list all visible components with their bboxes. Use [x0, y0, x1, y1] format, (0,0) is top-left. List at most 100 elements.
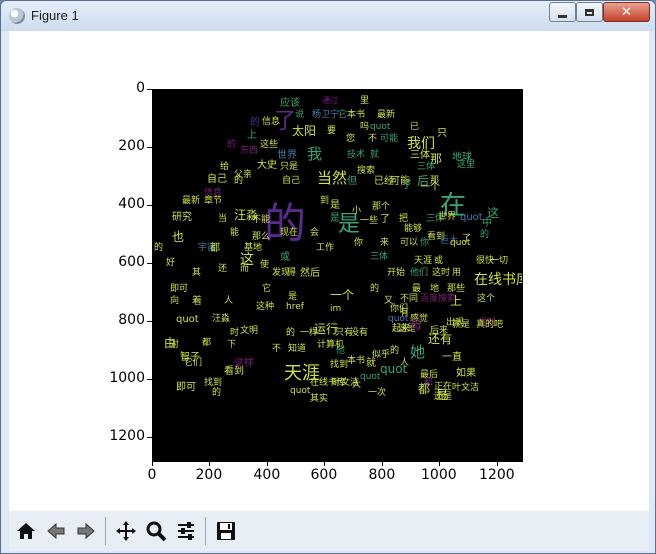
word-cloud-word: 了	[402, 180, 412, 191]
plot-area[interactable]: 应该 通过里了说杨卫宁它本书 最新的信息 太阳要吗 quot 已只我们您不可能上的这些 东西…	[152, 89, 522, 461]
maximize-button[interactable]	[576, 2, 603, 22]
word-cloud-word: quot	[450, 238, 471, 248]
save-button[interactable]	[211, 516, 241, 546]
word-cloud-word: 它	[338, 110, 348, 120]
word-cloud-word: 叶文洁	[452, 383, 480, 393]
word-cloud-word: 可能	[380, 134, 399, 144]
back-icon	[47, 522, 65, 540]
word-cloud-word: 把	[399, 214, 409, 224]
word-cloud-word: 文明	[240, 326, 259, 336]
word-cloud-word: 就	[370, 150, 380, 160]
x-tick-label: 400	[253, 467, 281, 483]
pan-button[interactable]	[111, 516, 141, 546]
window-title: Figure 1	[31, 8, 79, 23]
word-cloud-word: 的	[370, 284, 380, 294]
word-cloud-word: 或	[434, 256, 444, 266]
word-cloud-word: 会	[310, 228, 320, 238]
word-cloud-word: 上	[450, 294, 463, 308]
word-cloud-word: 不能	[252, 215, 271, 225]
word-cloud-word: 一些	[360, 216, 379, 226]
word-cloud-word: 是	[330, 213, 340, 224]
x-axis-line	[152, 461, 523, 462]
x-tick-label: 1000	[421, 467, 457, 483]
y-tick-label: 200	[118, 138, 145, 154]
word-cloud-word: 智子	[180, 352, 200, 363]
word-cloud-word: 在线书库	[474, 272, 522, 288]
y-tick-mark	[147, 437, 152, 438]
x-tick-mark	[152, 461, 153, 466]
word-cloud-word: 这样	[234, 358, 254, 369]
word-cloud-word: 里	[360, 96, 370, 106]
word-cloud-word: 只	[437, 128, 447, 139]
y-tick-mark	[147, 379, 152, 380]
x-tick-mark	[497, 461, 498, 466]
word-cloud-word: 杨卫宁	[312, 110, 340, 120]
word-cloud-word: 工作	[316, 243, 335, 253]
word-cloud-word: 世界	[438, 212, 457, 222]
word-cloud-word: 的	[212, 388, 222, 398]
home-button[interactable]	[11, 516, 41, 546]
word-cloud-word: 使	[260, 260, 270, 270]
word-cloud-word: quot	[290, 386, 311, 396]
word-cloud-word: 你	[354, 238, 364, 248]
title-bar[interactable]: Figure 1 ✕	[1, 1, 655, 31]
word-cloud-word: 都	[202, 338, 212, 348]
word-cloud-word: 它	[262, 284, 272, 294]
word-cloud-word: 本书	[347, 356, 366, 366]
word-cloud-word: 章节	[204, 196, 223, 206]
word-cloud-word: 下	[227, 340, 237, 350]
word-cloud-word: 他	[336, 346, 346, 356]
word-cloud-word: 来	[380, 238, 390, 248]
word-cloud-word: 而	[240, 264, 250, 274]
matplotlib-app-icon	[9, 8, 25, 24]
word-cloud-word: 起来	[392, 324, 411, 334]
y-tick-mark	[147, 89, 152, 90]
x-tick-label: 1200	[479, 467, 515, 483]
word-cloud-word: 这种	[256, 302, 275, 312]
word-cloud-word: 要	[327, 126, 337, 136]
word-cloud-word: im	[330, 304, 342, 314]
word-cloud-word: quot	[370, 122, 391, 132]
close-button[interactable]: ✕	[603, 2, 650, 22]
forward-button[interactable]	[71, 516, 101, 546]
word-cloud-word: 好	[166, 258, 176, 268]
word-cloud-word: 不	[368, 134, 378, 144]
right-spine	[522, 89, 523, 461]
word-cloud-word: 似乎	[372, 350, 391, 360]
word-cloud-word: 这时	[432, 268, 451, 278]
word-cloud-word: 你	[420, 238, 430, 248]
word-cloud-word: quot	[388, 314, 409, 324]
word-cloud-word: 世界	[277, 150, 297, 161]
configure-subplots-button[interactable]	[171, 516, 201, 546]
word-cloud-word: 一直	[442, 352, 462, 363]
y-axis-line	[152, 89, 153, 461]
word-cloud-word: 可以	[400, 238, 419, 248]
word-cloud-word: 不	[272, 344, 282, 354]
top-spine	[152, 89, 523, 90]
back-button[interactable]	[41, 516, 71, 546]
word-cloud-word: 找到	[330, 360, 349, 370]
word-cloud-word: 找到	[204, 378, 223, 388]
word-cloud-word: 这些	[260, 140, 279, 150]
word-cloud-word: 研究	[172, 212, 192, 223]
word-cloud-word: 但	[347, 176, 357, 187]
figure-canvas[interactable]: 应该 通过里了说杨卫宁它本书 最新的信息 太阳要吗 quot 已只我们您不可能上的这些 东西…	[9, 31, 649, 511]
minimize-button[interactable]	[549, 2, 576, 22]
word-cloud-word: 时	[230, 328, 240, 338]
word-cloud-word: 用	[452, 268, 462, 278]
zoom-button[interactable]	[141, 516, 171, 546]
word-cloud-word: 太阳	[292, 124, 317, 138]
word-cloud-word: 父亲	[234, 170, 253, 180]
configure-icon	[178, 522, 194, 540]
word-cloud-word: 如果	[456, 368, 476, 379]
toolbar-separator	[205, 517, 206, 545]
word-cloud-word: 都	[418, 382, 431, 396]
word-cloud-word: 的	[227, 140, 237, 150]
word-cloud-word: 基地	[244, 243, 263, 253]
word-cloud-word: 了	[380, 214, 390, 225]
word-cloud-word: 三体	[410, 150, 430, 161]
word-cloud-word: 其实	[310, 394, 329, 404]
word-cloud-word: 那么	[252, 232, 271, 242]
word-cloud-word: 大	[352, 380, 362, 390]
word-cloud-word: 着	[192, 296, 202, 307]
